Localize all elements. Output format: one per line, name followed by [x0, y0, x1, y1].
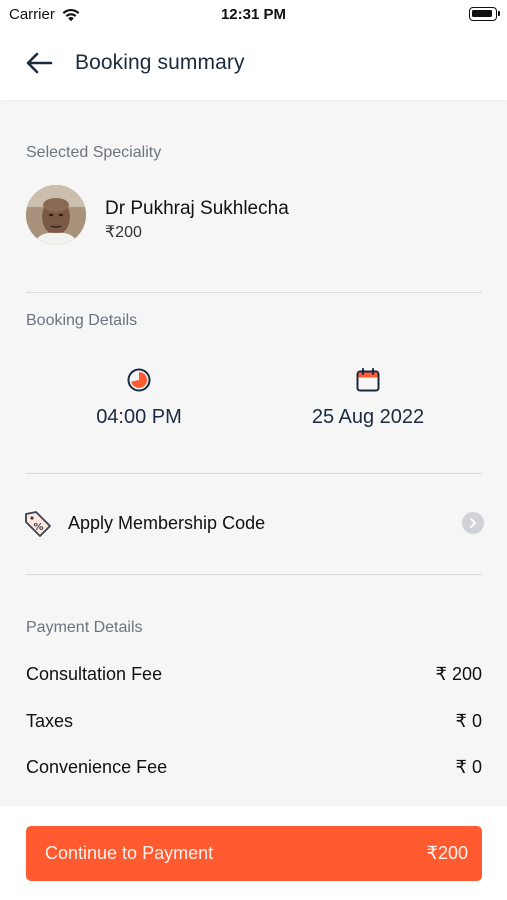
payment-section-label: Payment Details: [26, 619, 143, 636]
fee-row-consultation: Consultation Fee ₹ 200: [26, 662, 482, 688]
fee-value: ₹ 0: [455, 711, 482, 731]
apply-membership-code-button[interactable]: % Apply Membership Code: [22, 500, 484, 548]
booking-time: 04:00 PM: [96, 406, 182, 428]
pay-button-label: Continue to Payment: [45, 843, 214, 863]
divider: [26, 292, 482, 293]
clock-icon: [127, 368, 151, 392]
discount-tag-icon: %: [25, 511, 51, 537]
svg-text:%: %: [33, 522, 43, 533]
chevron-right-icon: [462, 512, 484, 534]
fee-row-taxes: Taxes ₹ 0: [26, 709, 482, 735]
continue-to-payment-button[interactable]: Continue to Payment ₹200: [26, 826, 482, 881]
fee-value: ₹ 200: [435, 664, 483, 684]
doctor-avatar: [26, 185, 86, 245]
doctor-price: ₹200: [105, 224, 142, 241]
membership-label: Apply Membership Code: [68, 513, 266, 533]
booking-section-label: Booking Details: [26, 312, 138, 329]
status-time: 12:31 PM: [220, 6, 287, 23]
footer-bar: Continue to Payment ₹200: [0, 806, 507, 900]
page-title: Booking summary: [75, 51, 245, 74]
fee-value: ₹ 0: [455, 757, 482, 777]
speciality-section-label: Selected Speciality: [26, 144, 162, 161]
doctor-name: Dr Pukhraj Sukhlecha: [105, 198, 289, 219]
calendar-icon: [356, 368, 380, 392]
pay-button-amount: ₹200: [426, 843, 468, 863]
battery-icon: [469, 7, 500, 21]
arrow-left-icon: [26, 52, 53, 74]
booking-date: 25 Aug 2022: [311, 406, 425, 428]
app-header: Booking summary: [0, 30, 507, 100]
fee-label: Convenience Fee: [26, 757, 168, 777]
back-button[interactable]: [22, 48, 56, 78]
fee-label: Taxes: [26, 711, 74, 731]
fee-label: Consultation Fee: [26, 664, 163, 684]
divider: [26, 574, 482, 575]
fee-row-convenience: Convenience Fee ₹ 0: [26, 755, 482, 781]
status-bar: Carrier 12:31 PM: [0, 0, 507, 30]
divider: [26, 473, 482, 474]
